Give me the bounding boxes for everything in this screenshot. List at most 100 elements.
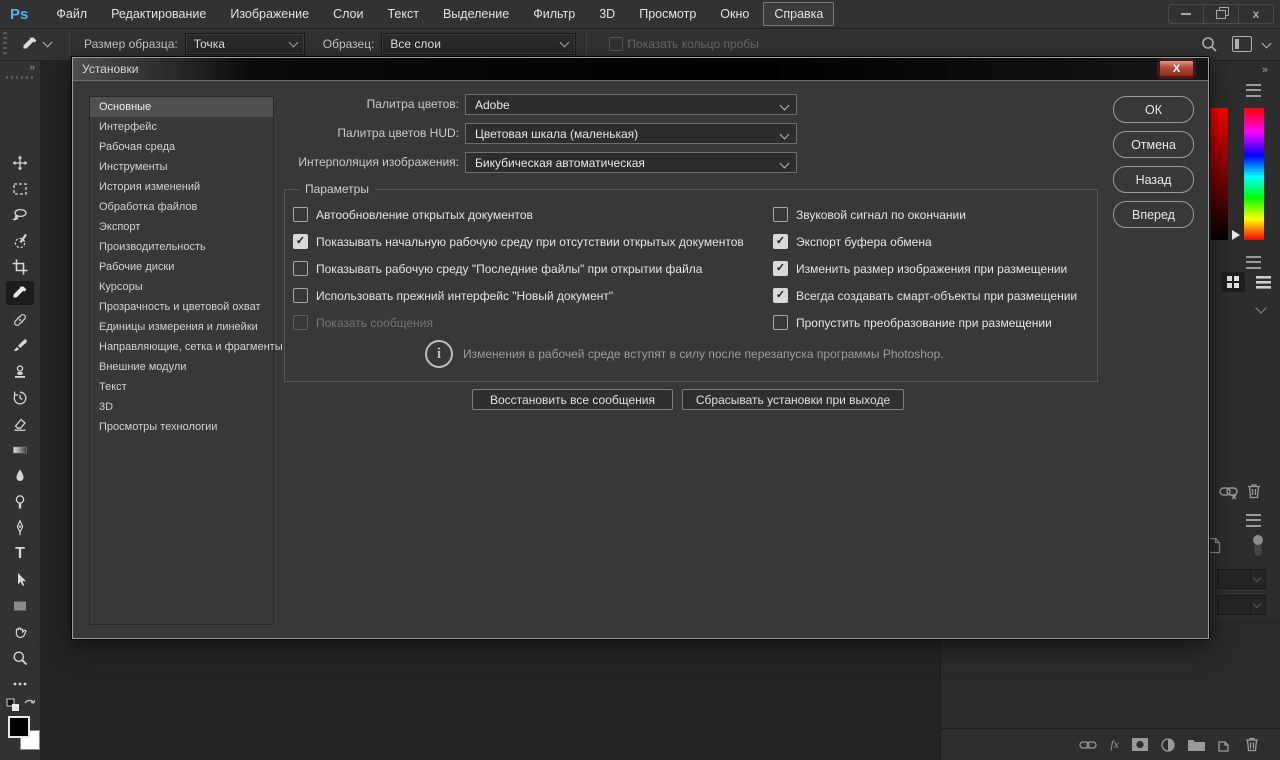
next-button[interactable]: Вперед (1113, 201, 1194, 228)
opacity-dropdown[interactable] (1217, 569, 1266, 589)
menu-3d[interactable]: 3D (589, 3, 625, 25)
workspace-switcher[interactable] (1232, 36, 1270, 52)
fill-dropdown[interactable] (1217, 595, 1266, 615)
category-transparency-gamut[interactable]: Прозрачность и цветовой охват (90, 297, 273, 317)
category-guides-grid-slices[interactable]: Направляющие, сетка и фрагменты (90, 337, 273, 357)
gradient-tool[interactable] (6, 438, 34, 462)
menu-edit[interactable]: Редактирование (101, 3, 216, 25)
new-group-icon[interactable] (1188, 738, 1205, 751)
menu-select[interactable]: Выделение (433, 3, 519, 25)
reset-preferences-on-quit-button[interactable]: Сбрасывать установки при выходе (682, 389, 904, 410)
options-bar-grip[interactable] (3, 32, 7, 56)
brush-tool[interactable] (6, 334, 34, 358)
sample-size-dropdown[interactable]: Точка (185, 33, 305, 55)
eraser-tool[interactable] (6, 412, 34, 436)
path-selection-tool[interactable] (6, 568, 34, 592)
rectangle-tool[interactable] (6, 594, 34, 618)
checkbox[interactable] (773, 315, 788, 330)
move-tool[interactable] (6, 151, 34, 175)
list-view-button[interactable] (1251, 272, 1275, 292)
layers-panel-menu-icon[interactable] (1246, 514, 1261, 527)
menu-file[interactable]: Файл (46, 3, 97, 25)
hand-tool[interactable] (6, 620, 34, 644)
color-slider-hue[interactable] (1244, 108, 1264, 240)
menu-layers[interactable]: Слои (323, 3, 373, 25)
toolbar-collapse-icon[interactable]: » (29, 62, 34, 73)
layer-toggle-icon[interactable] (1251, 532, 1265, 558)
clone-stamp-tool[interactable] (6, 360, 34, 384)
delete-layer-icon[interactable] (1245, 737, 1259, 752)
layer-mask-icon[interactable] (1132, 738, 1148, 751)
menu-window[interactable]: Окно (710, 3, 759, 25)
lock-layer-icon[interactable] (1207, 537, 1221, 554)
restore-button[interactable] (1203, 5, 1238, 23)
category-scratch-disks[interactable]: Рабочие диски (90, 257, 273, 277)
dodge-tool[interactable] (6, 490, 34, 514)
category-performance[interactable]: Производительность (90, 237, 273, 257)
minimize-button[interactable] (1169, 5, 1203, 23)
delete-library-item-icon[interactable] (1247, 483, 1261, 499)
menu-filter[interactable]: Фильтр (523, 3, 585, 25)
dialog-close-button[interactable]: X (1159, 60, 1194, 77)
type-tool[interactable]: T (6, 542, 34, 566)
hud-color-picker-dropdown[interactable]: Цветовая шкала (маленькая) (465, 123, 797, 144)
checkbox[interactable] (773, 207, 788, 222)
hue-slider-arrow-icon[interactable] (1232, 230, 1240, 240)
image-interpolation-dropdown[interactable]: Бикубическая автоматическая (465, 152, 797, 173)
checkbox[interactable] (293, 288, 308, 303)
history-brush-tool[interactable] (6, 386, 34, 410)
prev-button[interactable]: Назад (1113, 166, 1194, 193)
checkbox[interactable] (773, 288, 788, 303)
category-type[interactable]: Текст (90, 377, 273, 397)
category-plugins[interactable]: Внешние модули (90, 357, 273, 377)
unlink-library-icon[interactable] (1219, 484, 1239, 500)
blur-tool[interactable] (6, 464, 34, 488)
ok-button[interactable]: ОК (1113, 96, 1194, 123)
toolbar-grip[interactable] (6, 76, 34, 79)
color-panel-menu-icon[interactable] (1246, 84, 1261, 97)
proof-ring-checkbox[interactable] (609, 37, 623, 51)
dialog-title-bar[interactable]: Установки (73, 58, 1208, 81)
current-tool-button[interactable] (13, 35, 59, 53)
color-picker-dropdown[interactable]: Adobe (465, 94, 797, 115)
zoom-tool[interactable] (6, 646, 34, 670)
rectangular-marquee-tool[interactable] (6, 177, 34, 201)
panel-chevron-down-icon[interactable] (1255, 302, 1266, 313)
pen-tool[interactable] (6, 516, 34, 540)
quick-selection-tool[interactable] (6, 229, 34, 253)
search-icon[interactable] (1201, 36, 1218, 53)
category-file-handling[interactable]: Обработка файлов (90, 197, 273, 217)
checkbox[interactable] (293, 234, 308, 249)
crop-tool[interactable] (6, 255, 34, 279)
menu-view[interactable]: Просмотр (629, 3, 706, 25)
category-units-rulers[interactable]: Единицы измерения и линейки (90, 317, 273, 337)
lasso-tool[interactable] (6, 203, 34, 227)
menu-image[interactable]: Изображение (220, 3, 319, 25)
default-colors-icon[interactable] (6, 698, 20, 712)
checkbox[interactable] (773, 234, 788, 249)
category-technology-previews[interactable]: Просмотры технологии (90, 417, 273, 437)
layer-style-fx-icon[interactable]: fx (1110, 737, 1119, 752)
dock-collapse-icon[interactable]: » (1262, 64, 1267, 76)
eyedropper-tool[interactable] (6, 281, 34, 305)
more-tools[interactable] (6, 672, 34, 696)
foreground-color-swatch[interactable] (8, 716, 30, 738)
menu-type[interactable]: Текст (377, 3, 428, 25)
swatches-panel-menu-icon[interactable] (1246, 256, 1261, 269)
category-3d[interactable]: 3D (90, 397, 273, 417)
swap-colors-icon[interactable] (22, 697, 37, 712)
menu-help[interactable]: Справка (763, 2, 834, 26)
color-slider-red[interactable] (1211, 108, 1228, 240)
spot-healing-brush-tool[interactable] (6, 308, 34, 332)
new-layer-icon[interactable] (1218, 738, 1232, 752)
adjustment-layer-icon[interactable] (1161, 738, 1175, 752)
checkbox[interactable] (773, 261, 788, 276)
grid-view-button[interactable] (1221, 272, 1245, 292)
reset-all-warnings-button[interactable]: Восстановить все сообщения (472, 389, 673, 410)
link-layers-icon[interactable] (1079, 739, 1097, 751)
category-export[interactable]: Экспорт (90, 217, 273, 237)
checkbox[interactable] (293, 261, 308, 276)
category-history-log[interactable]: История изменений (90, 177, 273, 197)
close-button[interactable]: x (1238, 5, 1273, 23)
checkbox[interactable] (293, 207, 308, 222)
